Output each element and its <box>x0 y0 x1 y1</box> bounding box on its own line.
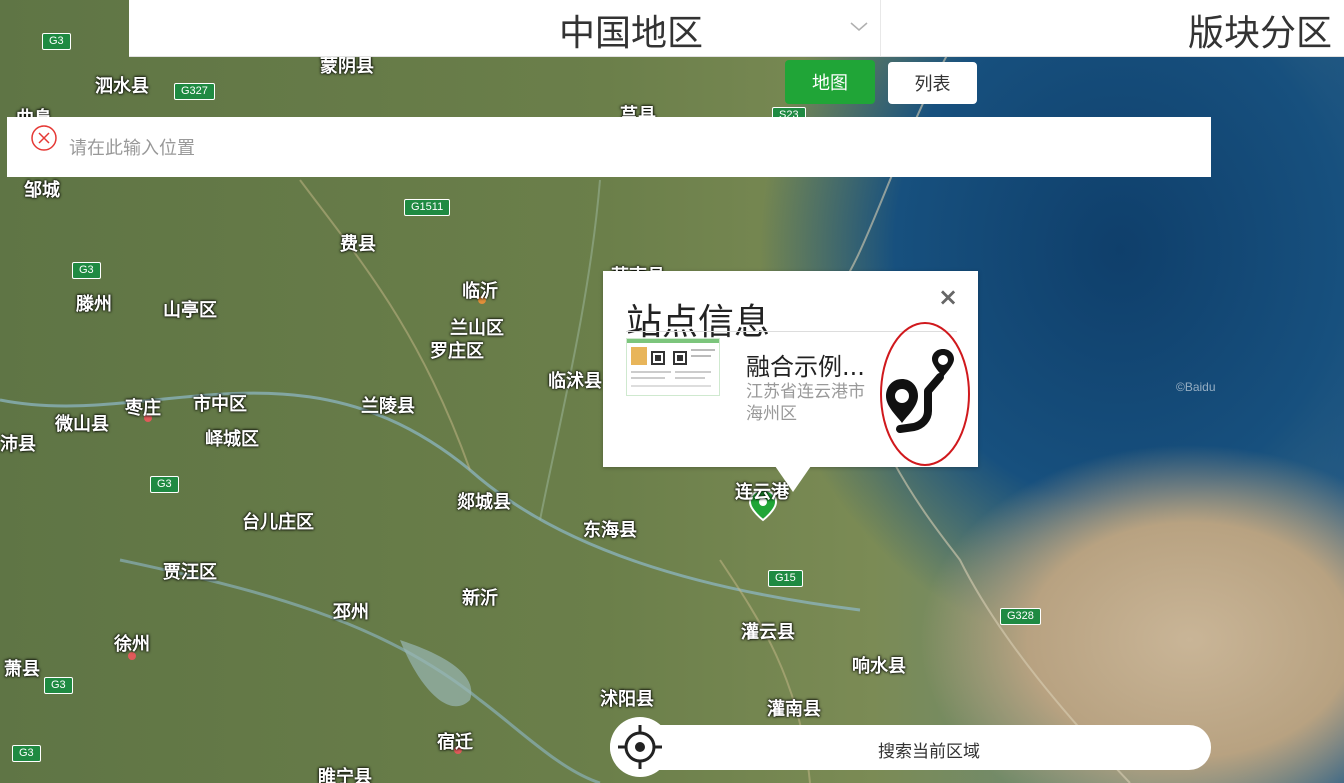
map-place-label: 峄城区 <box>205 429 259 450</box>
highway-shield: G3 <box>72 262 101 279</box>
map-place-label: 滕州 <box>76 294 112 315</box>
map-place-label: 市中区 <box>193 394 247 415</box>
map-place-label: 贾汪区 <box>163 562 217 583</box>
map-view-button[interactable]: 地图 <box>785 60 875 104</box>
station-name[interactable]: 融合示例... <box>746 347 865 382</box>
highway-shield: G3 <box>44 677 73 694</box>
list-view-button[interactable]: 列表 <box>888 62 977 104</box>
chevron-down-icon[interactable] <box>847 14 871 38</box>
region-select[interactable]: 中国地区 <box>559 4 703 56</box>
map-place-label: 临沂 <box>462 281 498 302</box>
map-place-label: 睢宁县 <box>318 767 372 783</box>
map-place-label: 沭阳县 <box>600 689 654 710</box>
highway-shield: G3 <box>150 476 179 493</box>
map-place-label: 灌云县 <box>741 622 795 643</box>
map-place-label: 新沂 <box>462 588 498 609</box>
highway-shield: G328 <box>1000 608 1041 625</box>
map-attribution: ©Baidu <box>1176 380 1216 394</box>
map-place-label: 临沭县 <box>548 371 602 392</box>
popup-pointer <box>775 466 811 492</box>
location-search-input[interactable] <box>67 131 1171 165</box>
map-place-label: 东海县 <box>583 520 637 541</box>
map-place-label: 罗庄区 <box>430 341 484 362</box>
search-area-bar[interactable]: 搜索当前区域 <box>610 717 1211 777</box>
map-place-label: 响水县 <box>852 656 906 677</box>
map-place-label: 沛县 <box>0 434 36 455</box>
map-place-label: 山亭区 <box>163 300 217 321</box>
station-address: 江苏省连云港市海州区 <box>746 382 865 424</box>
map-place-label: 泗水县 <box>95 76 149 97</box>
station-info-popup: 站点信息 × 融合示例... 江苏省连云港市海州区 <box>603 271 978 467</box>
highway-shield: G327 <box>174 83 215 100</box>
route-navigation-icon[interactable] <box>878 321 974 467</box>
map-place-label: 邳州 <box>333 602 369 623</box>
map-place-label: 邹城 <box>24 180 60 201</box>
highway-shield: G3 <box>42 33 71 50</box>
station-thumbnail[interactable] <box>626 338 720 396</box>
search-bar <box>7 117 1211 177</box>
map-place-label: 灌南县 <box>767 699 821 720</box>
map-place-label: 台儿庄区 <box>242 512 314 533</box>
map-place-label: 萧县 <box>4 659 40 680</box>
locate-icon[interactable] <box>610 717 670 777</box>
block-partition-tab[interactable]: 版块分区 <box>1188 4 1332 56</box>
map-place-label: 徐州 <box>114 634 150 655</box>
highway-shield: G3 <box>12 745 41 762</box>
map-place-label: 宿迁 <box>437 732 473 753</box>
map-place-label: 郯城县 <box>457 492 511 513</box>
highway-shield: G15 <box>768 570 803 587</box>
map-place-label: 费县 <box>340 234 376 255</box>
close-icon[interactable]: × <box>938 283 958 311</box>
divider <box>880 0 881 56</box>
map-place-label: 枣庄 <box>125 398 161 419</box>
map-place-label: 微山县 <box>55 414 109 435</box>
top-bar: 中国地区 版块分区 <box>129 0 1344 57</box>
clear-icon[interactable] <box>31 125 57 151</box>
map-place-label: 兰陵县 <box>361 396 415 417</box>
search-current-area-button[interactable]: 搜索当前区域 <box>878 737 980 762</box>
highway-shield: G1511 <box>404 199 451 216</box>
